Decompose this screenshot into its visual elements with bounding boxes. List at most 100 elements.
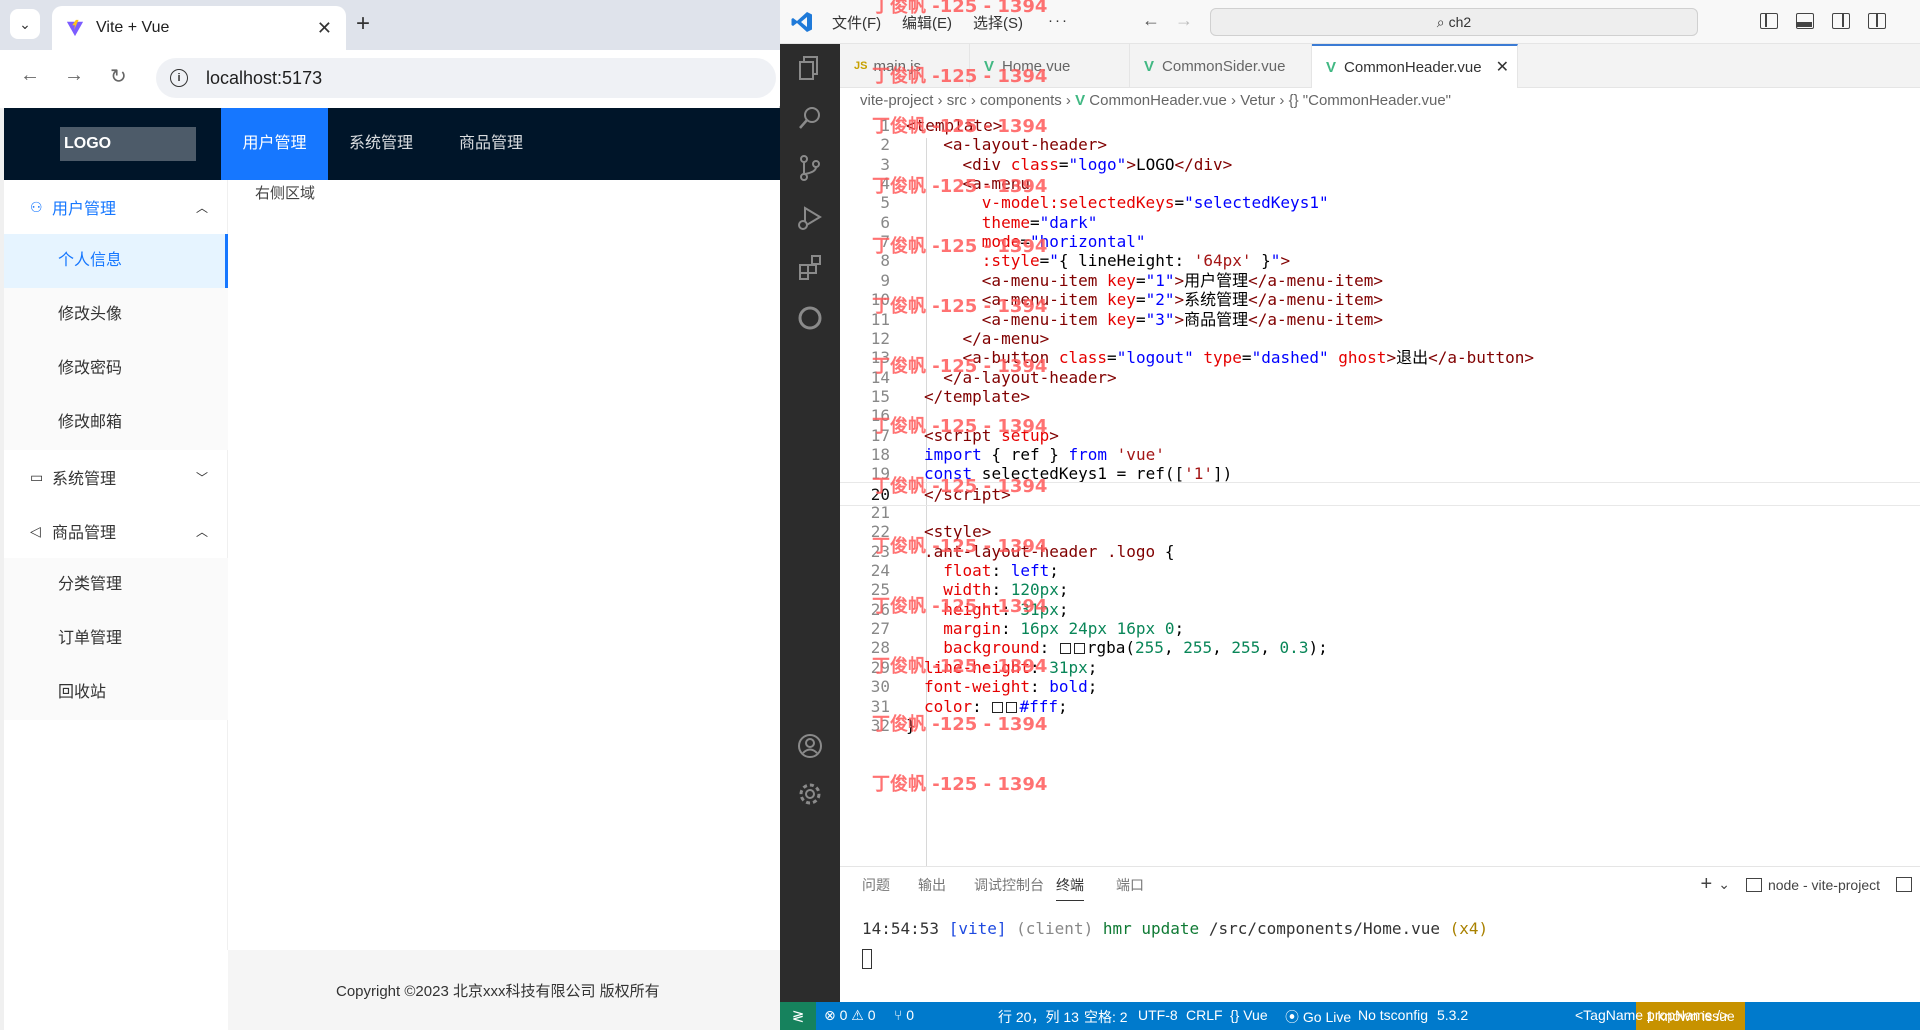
terminal-cursor: [862, 949, 872, 969]
new-terminal-plus-icon[interactable]: +: [1701, 873, 1713, 896]
menu-item-category[interactable]: 分类管理: [4, 558, 228, 612]
top-menu-system[interactable]: 系统管理: [334, 108, 428, 180]
editor-tabs: JS main.js V Home.vue V CommonSider.vue V Co…: [840, 44, 1920, 88]
menu-item-recycle[interactable]: 回收站: [4, 666, 228, 720]
status-version[interactable]: 5.3.2: [1437, 1007, 1468, 1023]
terminal-time: 14:54:53: [862, 919, 940, 938]
breadcrumb-src[interactable]: src: [947, 92, 967, 109]
status-bar: ≷ ⊗ 0 ⚠ 0 ⑂ 0 行 20，列 13 空格: 2 UTF-8 CRLF…: [780, 1002, 1920, 1030]
terminal-name[interactable]: node - vite-project: [1768, 877, 1880, 893]
status-indentation[interactable]: 空格: 2: [1084, 1007, 1128, 1027]
new-tab-plus-icon[interactable]: +: [356, 12, 370, 36]
status-tsconfig[interactable]: No tsconfig: [1358, 1007, 1428, 1023]
menu-item-profile[interactable]: 个人信息: [4, 234, 228, 288]
split-terminal-icon[interactable]: [1896, 877, 1912, 892]
vue-file-icon: V: [1144, 57, 1155, 75]
search-text: ch2: [1448, 14, 1472, 30]
address-bar[interactable]: i localhost:5173: [156, 58, 776, 98]
breadcrumb-file[interactable]: CommonHeader.vue: [1089, 92, 1227, 109]
submenu-user[interactable]: ⚇ 用户管理 ︿: [4, 180, 228, 234]
chevron-up-icon: ︿: [195, 524, 208, 539]
screen: ⌄ Vite + Vue ✕ + ← → ↻ i localhost:5173: [0, 0, 1920, 1030]
menu-file[interactable]: 文件(F): [832, 12, 881, 33]
status-cursor-position[interactable]: 行 20，列 13: [998, 1007, 1079, 1027]
submenu-user-items: 个人信息 修改头像 修改密码 修改邮箱: [4, 234, 228, 450]
editor-tab-home-vue[interactable]: V Home.vue: [970, 44, 1130, 88]
menu-item-password[interactable]: 修改密码: [4, 342, 228, 396]
editor-tab-commonsider-vue[interactable]: V CommonSider.vue: [1130, 44, 1312, 88]
back-arrow-icon[interactable]: ←: [20, 64, 40, 87]
status-eol[interactable]: CRLF: [1186, 1007, 1223, 1023]
code-editor[interactable]: 1 <template> 2 <a-layout-header> 3 <div cla…: [840, 114, 1920, 882]
terminal-client: (client): [1016, 919, 1094, 938]
toggle-sidebar-icon[interactable]: [1760, 13, 1778, 29]
remote-icon[interactable]: ≷: [780, 1002, 816, 1030]
customize-layout-icon[interactable]: [1868, 13, 1886, 29]
chevron-up-icon: ︿: [195, 200, 208, 215]
command-center-search[interactable]: ⌕ ch2: [1210, 8, 1698, 36]
status-tagname[interactable]: <TagName propName />: [1575, 1007, 1728, 1023]
tab-search-button[interactable]: ⌄: [10, 9, 40, 39]
toggle-secondary-sidebar-icon[interactable]: [1832, 13, 1850, 29]
panel-tab-ports[interactable]: 端口: [1116, 875, 1144, 895]
breadcrumb-symbol[interactable]: {} "CommonHeader.vue": [1289, 92, 1451, 109]
chevron-down-icon[interactable]: ⌄: [1718, 876, 1730, 893]
nav-forward-icon[interactable]: →: [1175, 10, 1193, 31]
toggle-panel-icon[interactable]: [1796, 13, 1814, 29]
accounts-icon[interactable]: [780, 722, 840, 770]
top-menu-product[interactable]: 商品管理: [444, 108, 538, 180]
notification-icon: ◁: [30, 522, 41, 539]
tab-label: CommonHeader.vue: [1344, 58, 1482, 76]
tab-label: main.js: [873, 57, 921, 75]
forward-arrow-icon[interactable]: →: [64, 64, 84, 87]
account-icon: [798, 734, 822, 758]
footer-copyright: Copyright ©2023 北京xxx科技有限公司 版权所有: [336, 983, 660, 1000]
play-bug-icon: [798, 206, 822, 230]
close-icon[interactable]: ✕: [1496, 57, 1509, 77]
panel-tab-terminal[interactable]: 终端: [1056, 875, 1084, 901]
editor-tab-commonheader-vue[interactable]: V CommonHeader.vue ✕: [1312, 44, 1518, 88]
menu-more[interactable]: ···: [1048, 12, 1069, 29]
top-menu-user[interactable]: 用户管理: [221, 108, 328, 180]
explorer-icon[interactable]: [780, 44, 840, 92]
browser-window: ⌄ Vite + Vue ✕ + ← → ↻ i localhost:5173: [0, 0, 780, 1030]
status-language[interactable]: {} Vue: [1230, 1007, 1268, 1023]
status-encoding[interactable]: UTF-8: [1138, 1007, 1178, 1023]
terminal-icon: [1745, 877, 1762, 892]
status-golive[interactable]: ⦿ Go Live: [1285, 1007, 1351, 1027]
app-header: LOGO 用户管理 系统管理 商品管理: [4, 108, 780, 180]
magnifier-icon: [799, 107, 820, 129]
panel-tab-debug-console[interactable]: 调试控制台: [974, 875, 1044, 895]
breadcrumb-project[interactable]: vite-project: [860, 92, 933, 109]
site-info-icon[interactable]: i: [170, 69, 188, 87]
menu-item-avatar[interactable]: 修改头像: [4, 288, 228, 342]
submenu-system[interactable]: ▭ 系统管理 ﹀: [4, 450, 228, 504]
search-activity-icon[interactable]: [780, 94, 840, 142]
panel-tab-problems[interactable]: 问题: [862, 875, 890, 895]
source-control-icon[interactable]: [780, 144, 840, 192]
browser-tabstrip: ⌄ Vite + Vue ✕ +: [0, 0, 780, 50]
panel-tab-output[interactable]: 输出: [918, 875, 946, 895]
terminal-command: hmr update: [1102, 919, 1200, 938]
status-ports[interactable]: ⑂ 0: [894, 1007, 914, 1023]
menu-selection[interactable]: 选择(S): [973, 12, 1023, 33]
editor-tab-main-js[interactable]: JS main.js: [840, 44, 970, 88]
code-line[interactable]: 32}: [840, 714, 1920, 738]
manage-gear-icon[interactable]: [780, 770, 840, 818]
breadcrumb-components[interactable]: components: [980, 92, 1062, 109]
browser-tab[interactable]: Vite + Vue ✕: [52, 6, 346, 50]
menu-item-email[interactable]: 修改邮箱: [4, 396, 228, 450]
breadcrumb-vetur[interactable]: Vetur: [1240, 92, 1275, 109]
edge-devtools-icon[interactable]: [780, 294, 840, 342]
vscode-titlebar: 文件(F) 编辑(E) 选择(S) ··· ← → ⌕ ch2: [780, 0, 1920, 44]
nav-back-icon[interactable]: ←: [1142, 10, 1160, 31]
extensions-icon[interactable]: [780, 244, 840, 292]
submenu-product[interactable]: ◁ 商品管理 ︿: [4, 504, 228, 558]
panel-toolbar: + ⌄ node - vite-project: [1701, 873, 1912, 896]
run-debug-icon[interactable]: [780, 194, 840, 242]
menu-edit[interactable]: 编辑(E): [902, 12, 952, 33]
status-problems[interactable]: ⊗ 0 ⚠ 0: [824, 1007, 876, 1024]
reload-icon[interactable]: ↻: [110, 64, 127, 89]
tab-close-icon[interactable]: ✕: [317, 18, 332, 39]
menu-item-orders[interactable]: 订单管理: [4, 612, 228, 666]
